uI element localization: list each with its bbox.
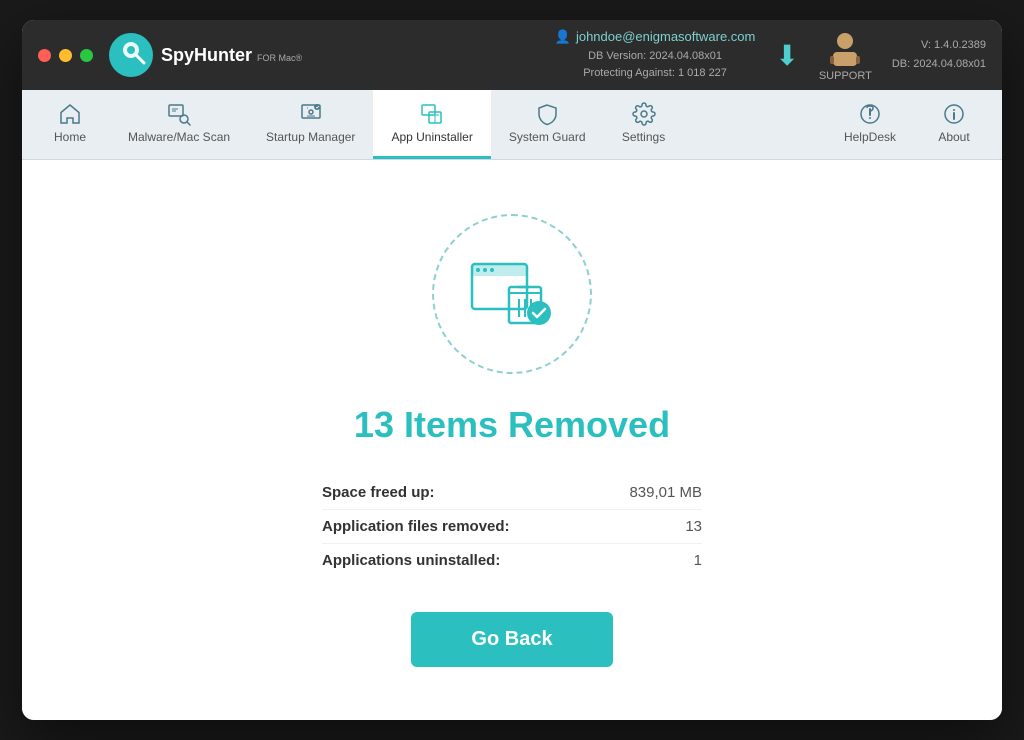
user-email: johndoe@enigmasoftware.com [576, 27, 755, 48]
titlebar: SpyHunter FOR Mac® 👤 johndoe@enigmasoftw… [22, 20, 1002, 90]
user-email-area: 👤 johndoe@enigmasoftware.com [555, 27, 756, 48]
settings-icon [632, 102, 656, 126]
nav-item-startup[interactable]: Startup Manager [248, 90, 373, 159]
stat-row-files: Application files removed: 13 [322, 510, 702, 544]
nav-item-settings[interactable]: Settings [604, 90, 684, 159]
nav-home-label: Home [54, 130, 86, 144]
about-icon [942, 102, 966, 126]
maximize-button[interactable] [80, 49, 93, 62]
helpdesk-icon [858, 102, 882, 126]
result-title: 13 Items Removed [354, 404, 670, 446]
nav-malware-label: Malware/Mac Scan [128, 130, 230, 144]
header-info: 👤 johndoe@enigmasoftware.com DB Version:… [555, 27, 756, 83]
stat-space-label: Space freed up: [322, 484, 435, 501]
home-icon [58, 102, 82, 126]
nav-item-appuninstaller[interactable]: App Uninstaller [373, 90, 490, 159]
nav-item-helpdesk[interactable]: HelpDesk [826, 90, 914, 159]
stat-files-value: 13 [685, 518, 702, 535]
app-window: SpyHunter FOR Mac® 👤 johndoe@enigmasoftw… [22, 20, 1002, 720]
stat-row-apps: Applications uninstalled: 1 [322, 544, 702, 577]
stat-apps-value: 1 [694, 552, 702, 569]
support-label: SUPPORT [819, 70, 872, 82]
nav-item-home[interactable]: Home [30, 90, 110, 159]
logo-for-mac: FOR Mac® [257, 53, 302, 63]
window-controls [38, 49, 93, 62]
result-icon-container [432, 214, 592, 374]
system-guard-icon [535, 102, 559, 126]
stats-table: Space freed up: 839,01 MB Application fi… [322, 476, 702, 577]
db-version-value: 2024.04.08x01 [649, 50, 722, 62]
nav-item-systemguard[interactable]: System Guard [491, 90, 604, 159]
db-version-display: DB: 2024.04.08x01 [892, 55, 986, 74]
nav-item-malware[interactable]: Malware/Mac Scan [110, 90, 248, 159]
stat-apps-label: Applications uninstalled: [322, 552, 500, 569]
user-icon: 👤 [555, 27, 571, 48]
uninstall-result-icon [467, 249, 557, 339]
nav-startup-label: Startup Manager [266, 130, 355, 144]
main-content: 13 Items Removed Space freed up: 839,01 … [22, 160, 1002, 720]
db-info: DB Version: 2024.04.08x01 Protecting Aga… [583, 48, 727, 83]
nav-about-label: About [938, 130, 969, 144]
support-icon [826, 28, 864, 66]
malware-scan-icon [167, 102, 191, 126]
db-version-label: DB Version: [588, 50, 646, 62]
stat-row-space: Space freed up: 839,01 MB [322, 476, 702, 510]
header-actions: ⬇ SUPPORT V: 1.4.0.2389 DB: 2024.04.08x0… [775, 28, 986, 82]
nav-settings-label: Settings [622, 130, 665, 144]
startup-icon [299, 102, 323, 126]
nav-item-about[interactable]: About [914, 90, 994, 159]
navbar: Home Malware/Mac Scan Startup Manager [22, 90, 1002, 160]
app-uninstaller-icon [420, 102, 444, 126]
nav-spacer [684, 90, 826, 159]
stat-files-label: Application files removed: [322, 518, 510, 535]
nav-appuninstaller-label: App Uninstaller [391, 130, 472, 144]
logo-icon [109, 33, 153, 77]
logo-area: SpyHunter FOR Mac® [109, 33, 302, 77]
stat-space-value: 839,01 MB [629, 484, 702, 501]
version-number: V: 1.4.0.2389 [892, 36, 986, 55]
support-button[interactable]: SUPPORT [819, 28, 872, 82]
logo-spyhunter: SpyHunter [161, 45, 252, 65]
minimize-button[interactable] [59, 49, 72, 62]
nav-helpdesk-label: HelpDesk [844, 130, 896, 144]
version-info: V: 1.4.0.2389 DB: 2024.04.08x01 [892, 36, 986, 73]
close-button[interactable] [38, 49, 51, 62]
protecting-count: 1 018 227 [678, 67, 727, 79]
logo-text-area: SpyHunter FOR Mac® [161, 46, 302, 64]
nav-systemguard-label: System Guard [509, 130, 586, 144]
protecting-label: Protecting Against: [583, 67, 675, 79]
download-button[interactable]: ⬇ [775, 39, 798, 72]
go-back-button[interactable]: Go Back [411, 612, 612, 667]
